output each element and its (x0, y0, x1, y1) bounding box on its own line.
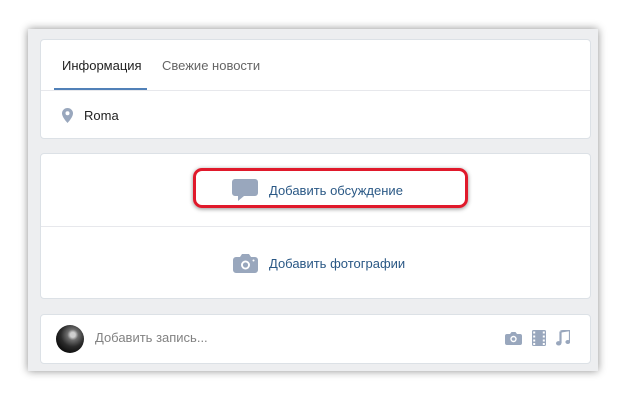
location-row: Roma (41, 91, 590, 140)
camera-icon (233, 254, 258, 273)
location-text[interactable]: Roma (84, 108, 119, 123)
avatar[interactable] (56, 325, 84, 353)
group-page-panel: Информация Свежие новости Roma Добавить … (28, 29, 598, 371)
add-photos-button[interactable]: Добавить фотографии (41, 226, 590, 300)
map-pin-icon (62, 108, 73, 123)
film-icon[interactable] (532, 330, 546, 346)
discussion-icon (232, 179, 258, 201)
attach-photo-icon[interactable] (505, 331, 522, 345)
tab-information[interactable]: Информация (62, 40, 142, 90)
active-tab-indicator (54, 88, 147, 90)
info-card: Информация Свежие новости Roma (40, 39, 591, 139)
add-photos-content: Добавить фотографии (233, 227, 405, 299)
actions-card: Добавить обсуждение Добавить фотографии (40, 153, 591, 299)
new-post-input[interactable]: Добавить запись... (95, 330, 395, 345)
tab-bar: Информация Свежие новости (41, 40, 590, 91)
add-discussion-button[interactable]: Добавить обсуждение (41, 154, 590, 226)
add-discussion-label: Добавить обсуждение (269, 182, 403, 198)
tab-latest-news[interactable]: Свежие новости (162, 40, 260, 90)
music-note-icon[interactable] (556, 330, 570, 346)
new-post-card: Добавить запись... (40, 314, 591, 364)
add-photos-label: Добавить фотографии (269, 255, 406, 271)
add-discussion-content: Добавить обсуждение (232, 154, 403, 226)
